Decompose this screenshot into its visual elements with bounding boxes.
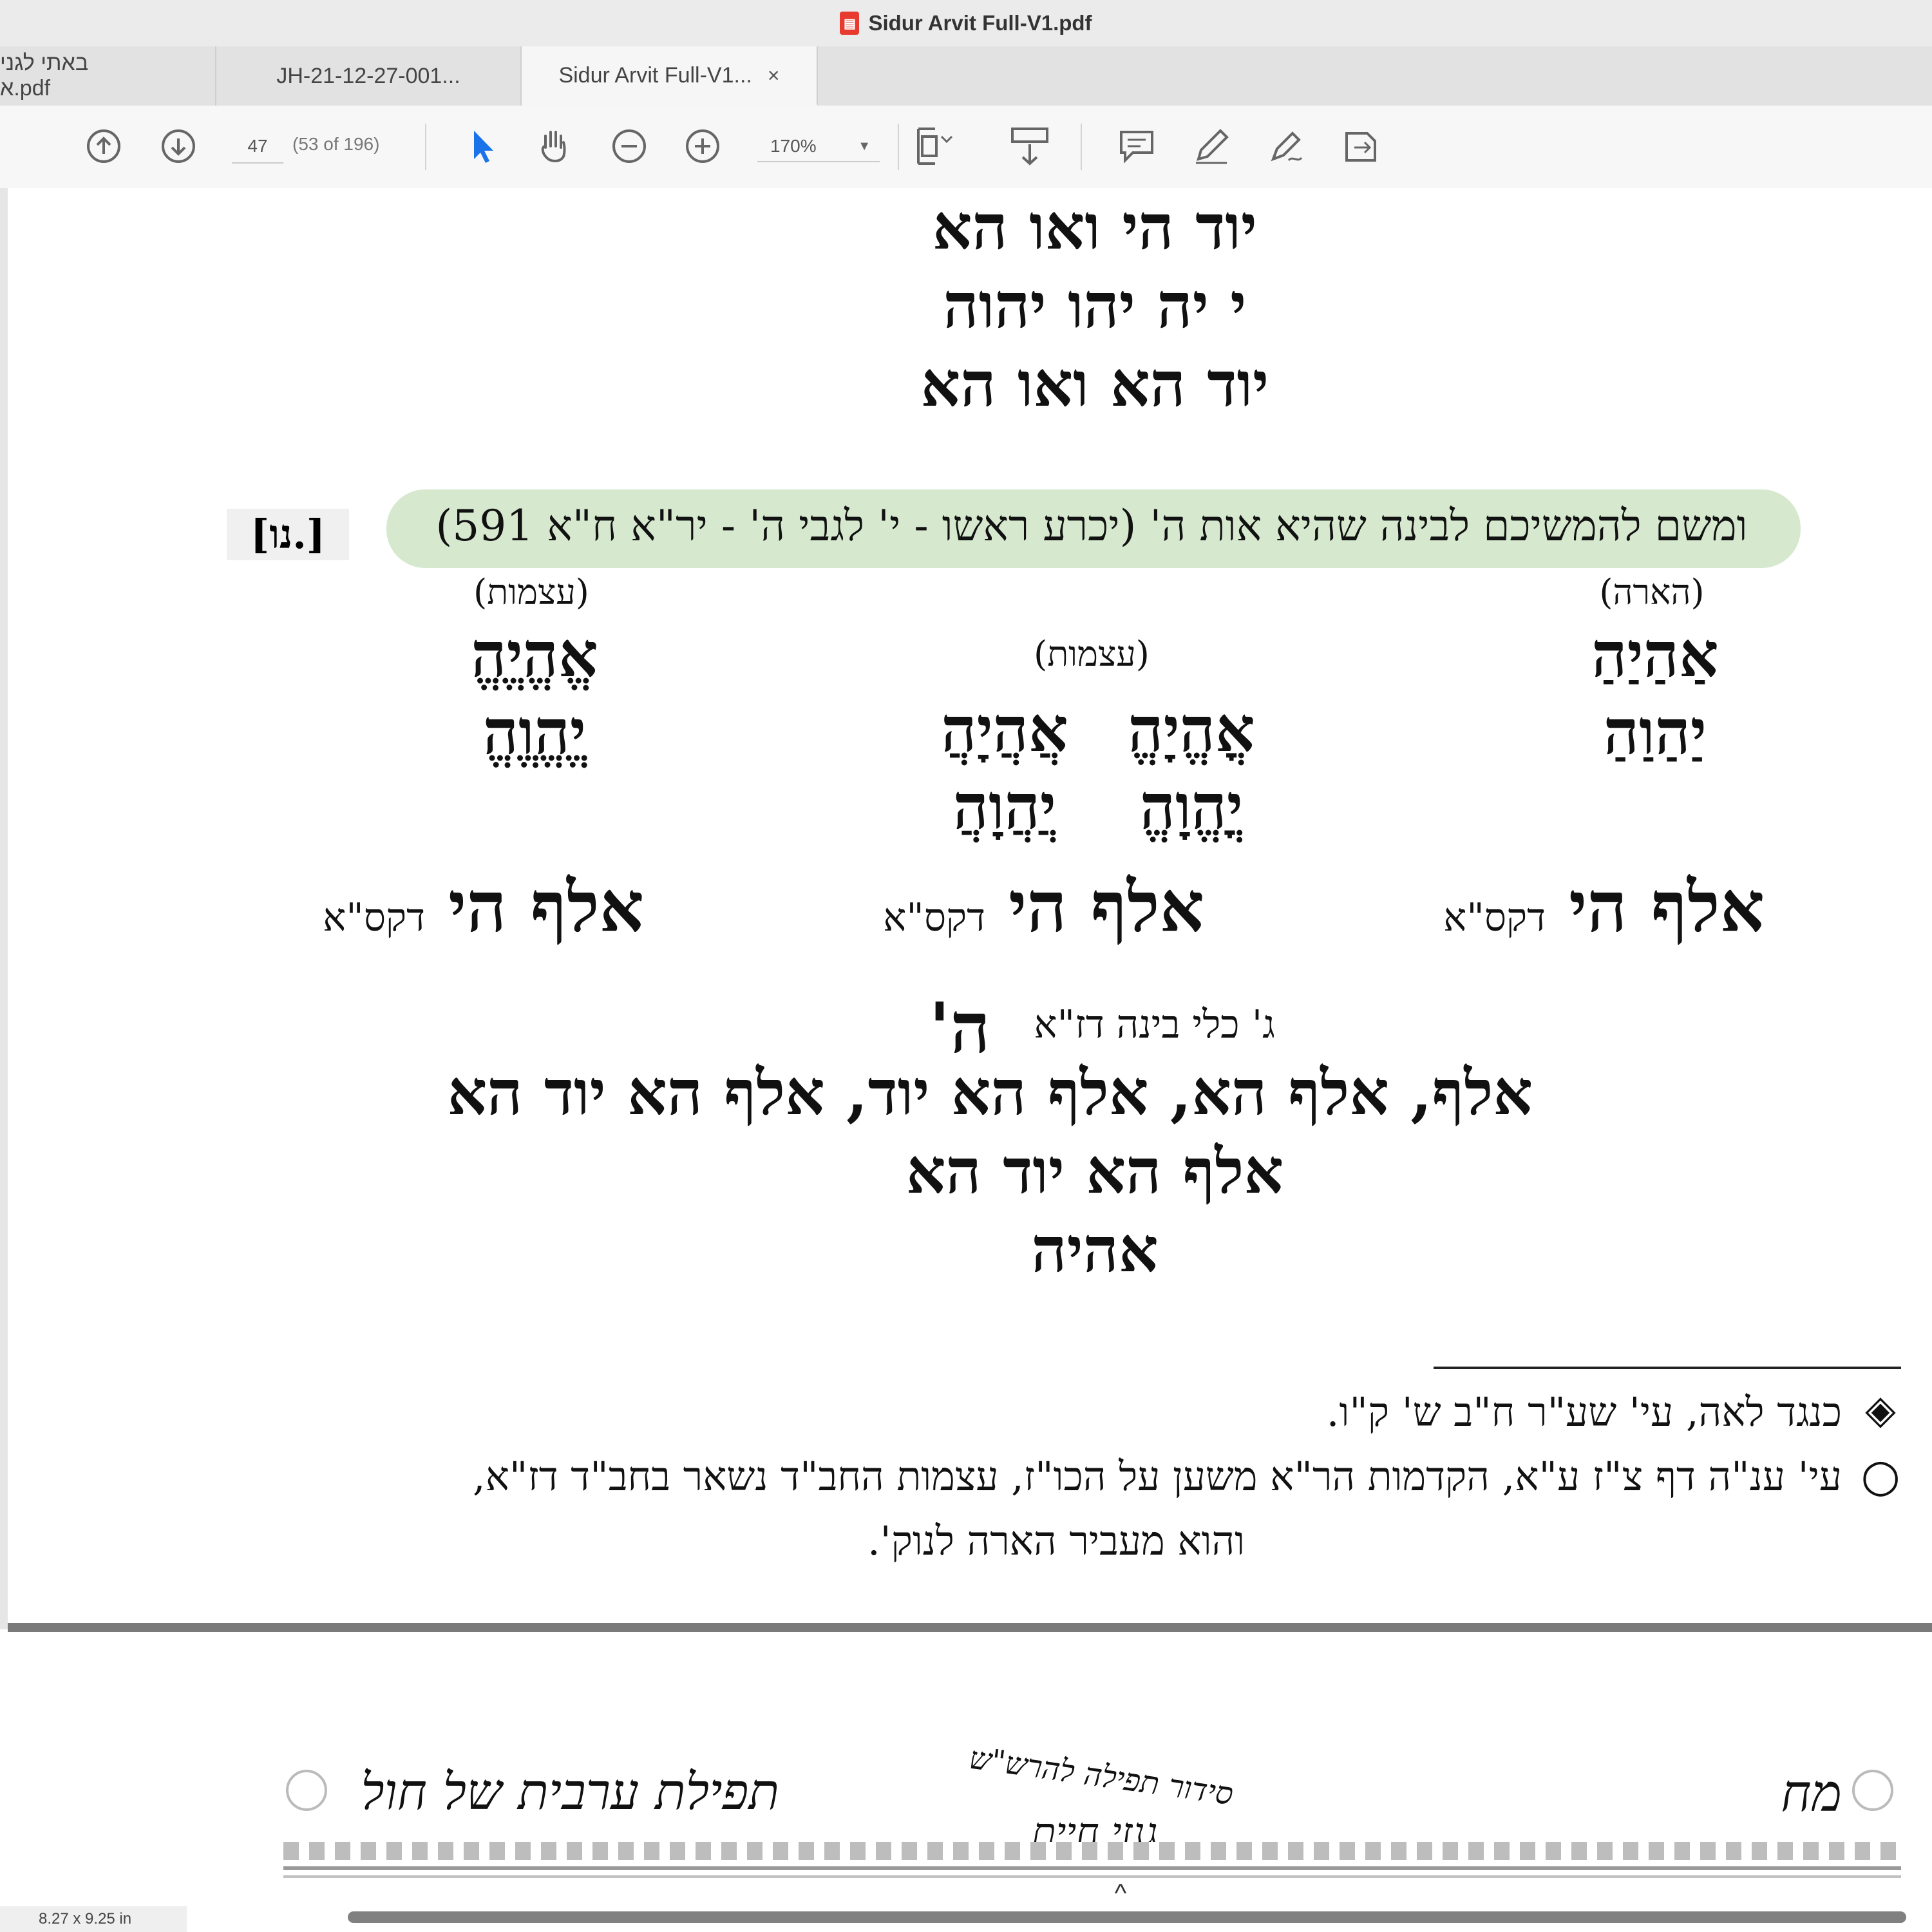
footnote-text: והוא מעביר הארה לנוק'. [867,1517,1245,1564]
divine-name: אֲהֲיָהֲ [941,693,1068,766]
alef-note: דקס"א [883,895,985,940]
page-size-status: 8.27 x 9.25 in [0,1906,187,1932]
divine-name: אַהַיַהַ [1591,618,1719,691]
comment-icon [1120,131,1153,164]
ornament-icon [1852,1770,1893,1811]
page-separator [8,1623,1932,1632]
prev-page-button[interactable] [82,125,125,167]
zoom-level-value: 170% [770,136,817,156]
section-marker: [נו.] [227,509,349,560]
scroll-mode-button[interactable] [1009,125,1051,167]
zoom-level-select[interactable]: 170% ▼ [757,130,880,162]
footer-title: תפילת ערבית של חול [361,1763,779,1821]
text-line: יוד הי ואו הא [932,191,1258,263]
alef-heading: אלף הי [1009,867,1204,948]
toolbar-divider [425,124,426,170]
page-number-input[interactable]: 47 [232,130,283,164]
ornament-icon [286,1770,327,1811]
tab-bar: באתי לגני א.pdf JH-21-12-27-001... Sidur… [0,46,1932,107]
text-line: אהיה [1031,1213,1159,1286]
hand-tool-button[interactable] [533,125,576,167]
window-title: Sidur Arvit Full-V1.pdf [868,11,1092,35]
pdf-file-icon: ▤ [840,12,860,35]
divine-name: יַהַוַהַ [1603,696,1707,768]
divine-name: יֲהֲוָהֲ [952,770,1057,843]
diamond-icon: ◈ [1865,1386,1896,1433]
circle-icon: ○ [1861,1449,1900,1502]
horizontal-scrollbar[interactable] [348,1911,1906,1923]
text-line: יוד הא ואו הא [920,348,1269,421]
pen-icon [1196,129,1229,164]
zoom-in-button[interactable] [681,125,724,167]
tab-label: JH-21-12-27-001... [276,63,460,88]
decorative-rule [283,1866,1901,1870]
close-tab-icon[interactable]: × [768,64,780,88]
tab-label: Sidur Arvit Full-V1... [558,62,752,88]
page-count: (53 of 196) [292,134,380,154]
alef-heading: אלף הי [1569,867,1765,948]
tab-document-active[interactable]: Sidur Arvit Full-V1... × [522,46,818,106]
tab-document-1[interactable]: באתי לגני א.pdf [0,46,216,106]
toolbar-divider [1081,124,1082,170]
alef-note: דקס"א [323,895,425,940]
page-fit-icon [917,128,953,165]
zoom-out-button[interactable] [608,125,650,167]
toolbar-divider [898,124,899,170]
share-button[interactable] [1340,125,1382,167]
comment-button[interactable] [1115,125,1158,167]
divine-name: אֳהֱיָהֱ [1128,693,1255,766]
page-fit-button[interactable] [913,125,956,167]
divine-name: יֱהֱוֱהֱ [482,696,587,768]
page-number-letters: מח [1781,1763,1842,1823]
kli-note: ג' כלי בינה דז"א [1034,1002,1275,1047]
footnote-text: כנגד לאה, עי' שע"ר ח"ב ש' ק"ו. [1326,1388,1842,1435]
hand-tool-icon [541,131,566,162]
decorative-border [283,1842,1901,1860]
select-pointer-icon [474,131,493,163]
select-tool-button[interactable] [460,125,502,167]
highlight-button[interactable] [1190,125,1233,167]
zoom-in-icon [686,129,719,163]
page-mark: ^ [1114,1879,1127,1908]
footnote-divider [1434,1367,1901,1369]
tab-document-2[interactable]: JH-21-12-27-001... [216,46,522,106]
sign-button[interactable] [1265,125,1307,167]
footnote-text: עי' ענ"ה דף צ"ז ע"א, הקדמות הר"א משען על… [473,1453,1842,1500]
next-page-button[interactable] [157,125,200,167]
zoom-out-icon [612,129,646,163]
column-label: (עצמות) [1034,634,1150,674]
text-line: אלף הא יוד הא [905,1135,1284,1208]
prev-page-icon [87,129,120,163]
column-label: (הארה) [1599,572,1705,612]
banner-text: ומשם להמשיכם לבינה שהיא אות ה' (יכרע ראש… [435,501,1748,551]
column-label: (עצמות) [473,572,589,612]
window-title-bar: ▤ Sidur Arvit Full-V1.pdf [0,0,1932,46]
text-line: אלף, אלף הא, אלף הא יוד, אלף הא יוד הא [447,1056,1533,1129]
sign-icon [1271,131,1303,162]
decorative-rule [283,1875,1901,1878]
alef-note: דקס"א [1443,895,1546,940]
toolbar: 47 (53 of 196) 170% ▼ [0,106,1932,189]
tab-label: באתי לגני א.pdf [0,51,89,100]
share-icon [1345,132,1376,162]
alef-heading: אלף הי [448,867,644,948]
scroll-mode-icon [1011,128,1048,166]
divine-name: אֱהֱיֱהֱ [471,618,598,691]
divine-name: יֳהֱוָהֱ [1139,770,1244,843]
text-line: י יה יהו יהוה [943,269,1247,342]
chevron-down-icon: ▼ [858,139,871,153]
next-page-icon [162,129,195,163]
page-edge [0,188,8,1629]
